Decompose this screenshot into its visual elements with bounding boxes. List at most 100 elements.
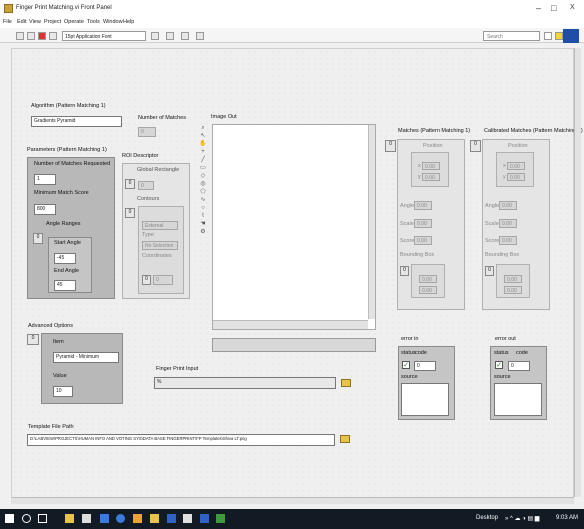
global-rectangle-label: Global Rectangle bbox=[137, 167, 180, 173]
menu-help[interactable]: Help bbox=[123, 19, 134, 25]
excel-icon[interactable] bbox=[216, 514, 225, 523]
font-select[interactable]: 15pt Application Font bbox=[62, 31, 146, 41]
minimize-button[interactable]: – bbox=[536, 3, 541, 13]
matches-scale-value: 0.00 bbox=[414, 219, 432, 228]
reorder-icon[interactable] bbox=[196, 32, 204, 40]
start-windows-icon[interactable] bbox=[5, 514, 14, 523]
broken-line-tool-icon[interactable]: ⌇ bbox=[199, 212, 207, 220]
maximize-button[interactable]: □ bbox=[551, 3, 556, 13]
clock[interactable]: 9:03 AM bbox=[556, 515, 578, 521]
align-objects-icon[interactable] bbox=[151, 32, 159, 40]
calibrated-index[interactable]: 0 bbox=[470, 140, 481, 152]
app-icon[interactable] bbox=[183, 514, 192, 523]
angle-ranges-index[interactable]: 0 bbox=[33, 233, 43, 244]
file-explorer-icon[interactable] bbox=[65, 514, 74, 523]
labview-icon[interactable] bbox=[150, 514, 159, 523]
menu-edit[interactable]: Edit bbox=[17, 19, 26, 25]
menu-tools[interactable]: Tools bbox=[87, 19, 100, 25]
end-angle-input[interactable]: 45 bbox=[54, 280, 76, 291]
contours-index[interactable]: 0 bbox=[125, 208, 135, 218]
image-vertical-scrollbar[interactable] bbox=[368, 125, 375, 319]
image-horizontal-scrollbar[interactable] bbox=[213, 320, 368, 329]
error-in-code-input[interactable]: 0 bbox=[414, 361, 436, 371]
pointer-icon[interactable]: ↖ bbox=[199, 132, 207, 140]
search-icon[interactable] bbox=[544, 32, 552, 40]
close-button[interactable]: X bbox=[570, 4, 575, 11]
type-label: Type bbox=[142, 232, 154, 238]
advanced-options-index[interactable]: 0 bbox=[27, 334, 39, 345]
start-angle-input[interactable]: -45 bbox=[54, 253, 76, 264]
matches-score-value: 0.00 bbox=[414, 236, 432, 245]
menu-view[interactable]: View bbox=[29, 19, 41, 25]
edge-icon[interactable] bbox=[100, 514, 109, 523]
matches-bbox-x: 0.00 bbox=[419, 275, 437, 283]
settings-tool-icon[interactable]: ⚙ bbox=[199, 228, 207, 236]
search-input[interactable]: Search bbox=[483, 31, 540, 41]
point-tool-icon[interactable]: + bbox=[199, 148, 207, 156]
pan-icon[interactable]: ✋ bbox=[199, 140, 207, 148]
value-label: Value bbox=[53, 373, 67, 379]
run-arrow-icon[interactable] bbox=[16, 32, 24, 40]
template-browse-folder-icon[interactable] bbox=[340, 435, 350, 443]
search-circle-icon[interactable] bbox=[22, 514, 31, 523]
pause-icon[interactable] bbox=[49, 32, 57, 40]
rectangle-tool-icon[interactable]: ▭ bbox=[199, 164, 207, 172]
menu-project[interactable]: Project bbox=[44, 19, 61, 25]
oval-tool-icon[interactable]: ○ bbox=[199, 204, 207, 212]
system-tray-icons[interactable]: » ^ ☁ ◑ ▤ ▆ bbox=[505, 515, 539, 522]
matches-x-label: x bbox=[418, 163, 421, 169]
title-bar: Finger Print Matching.vi Front Panel – □… bbox=[0, 0, 584, 18]
word-icon[interactable] bbox=[167, 514, 176, 523]
project-icon[interactable] bbox=[200, 514, 209, 523]
help-icon[interactable] bbox=[555, 32, 563, 40]
distribute-objects-icon[interactable] bbox=[166, 32, 174, 40]
desktop-label[interactable]: Desktop bbox=[476, 515, 498, 521]
hand-tool-icon[interactable]: ☚ bbox=[199, 220, 207, 228]
run-continuous-icon[interactable] bbox=[27, 32, 35, 40]
zoom-icon[interactable]: ⌕ bbox=[199, 124, 207, 132]
menu-bar: File Edit View Project Operate Tools Win… bbox=[0, 18, 584, 28]
coordinates-index[interactable]: 0 bbox=[142, 275, 151, 285]
angle-ranges-label: Angle Ranges bbox=[46, 221, 81, 227]
item-ring[interactable]: Pyramid - Minimum bbox=[53, 352, 119, 363]
store-icon[interactable] bbox=[82, 514, 91, 523]
num-requested-input[interactable]: 1 bbox=[34, 174, 56, 185]
panel-vertical-scrollbar[interactable] bbox=[574, 48, 581, 497]
matches-position-label: Position bbox=[423, 143, 443, 149]
menu-window[interactable]: Window bbox=[103, 19, 123, 25]
template-file-path-input[interactable]: D:\LABVIEW\PROJECTS\HUMAN INFO AND VOTIN… bbox=[27, 434, 335, 446]
min-score-input[interactable]: 800 bbox=[34, 204, 56, 215]
vlc-icon[interactable] bbox=[133, 514, 142, 523]
vi-icon bbox=[563, 29, 579, 43]
menu-file[interactable]: File bbox=[3, 19, 12, 25]
algorithm-ring[interactable]: Gradients Pyramid bbox=[31, 116, 122, 127]
error-in-source-text[interactable] bbox=[401, 383, 449, 416]
matches-index[interactable]: 0 bbox=[385, 140, 396, 152]
resize-objects-icon[interactable] bbox=[181, 32, 189, 40]
template-file-path-label: Template File Path bbox=[28, 424, 74, 430]
browse-folder-icon[interactable] bbox=[341, 379, 351, 387]
panel-horizontal-scrollbar[interactable] bbox=[11, 497, 574, 504]
error-out-status-label: status bbox=[494, 350, 509, 356]
rotated-rect-tool-icon[interactable]: ◇ bbox=[199, 172, 207, 180]
toolbar: 15pt Application Font Search bbox=[0, 28, 584, 43]
finger-print-path-input[interactable]: % bbox=[154, 377, 336, 389]
line-tool-icon[interactable]: ╱ bbox=[199, 156, 207, 164]
error-in-code-label: code bbox=[415, 350, 427, 356]
polygon-tool-icon[interactable]: ⬠ bbox=[199, 188, 207, 196]
calibrated-bbox-index[interactable]: 0 bbox=[485, 266, 494, 276]
freehand-tool-icon[interactable]: ∿ bbox=[199, 196, 207, 204]
annulus-tool-icon[interactable]: ◎ bbox=[199, 180, 207, 188]
abort-icon[interactable] bbox=[38, 32, 46, 40]
global-rect-index[interactable]: 0 bbox=[125, 179, 135, 189]
advanced-options-label: Advanced Options bbox=[28, 323, 73, 329]
error-in-status-checkbox[interactable]: ✓ bbox=[402, 361, 410, 369]
image-out-display[interactable] bbox=[212, 124, 376, 330]
error-in-label: error in bbox=[401, 336, 419, 342]
task-view-icon[interactable] bbox=[38, 514, 47, 523]
chrome-icon[interactable] bbox=[116, 514, 125, 523]
matches-bbox-index[interactable]: 0 bbox=[400, 266, 409, 276]
matches-bounding-box-label: Bounding Box bbox=[400, 252, 435, 258]
value-input[interactable]: 10 bbox=[53, 386, 73, 397]
menu-operate[interactable]: Operate bbox=[64, 19, 84, 25]
